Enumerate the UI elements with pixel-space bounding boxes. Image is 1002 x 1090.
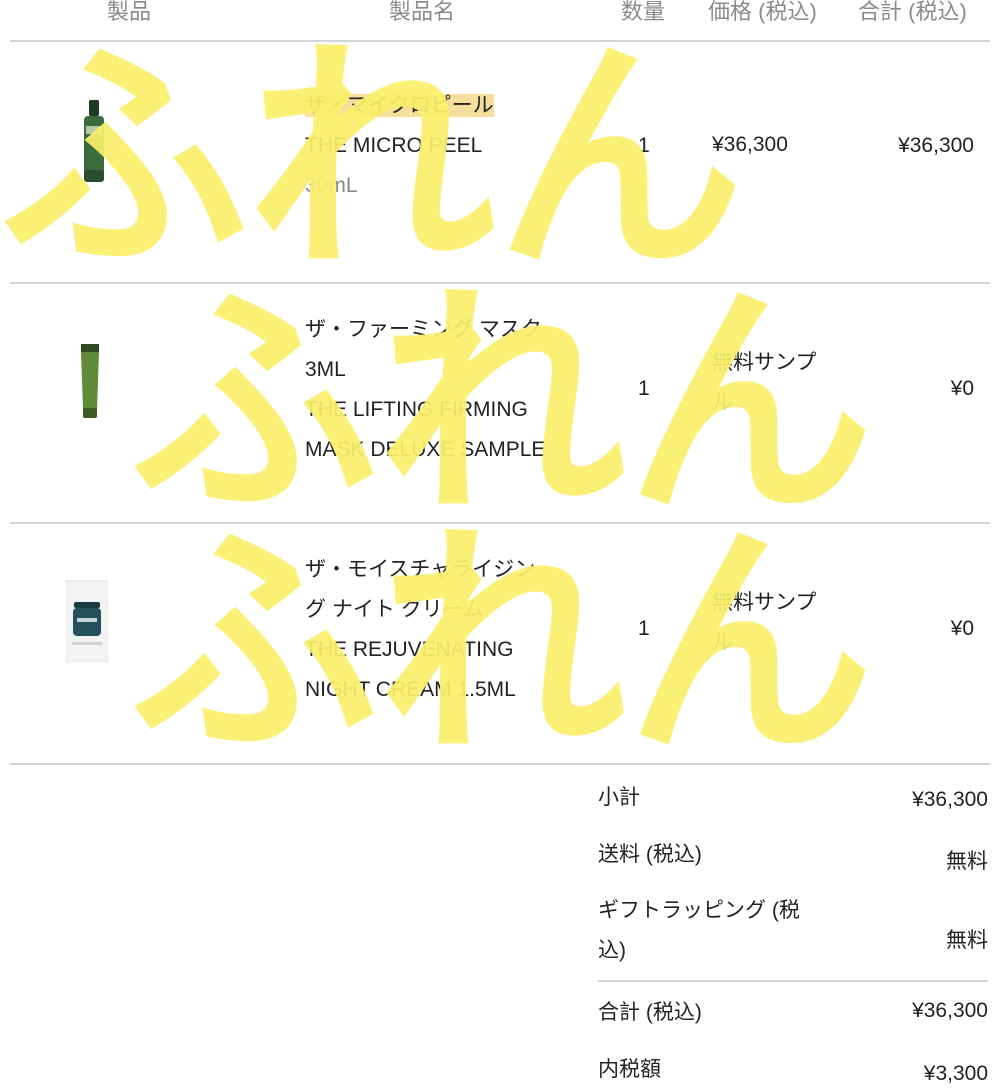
gift-wrapping-label: ギフトラッピング (税 込) [598, 899, 800, 962]
tube-icon[interactable] [78, 344, 102, 423]
product-name-ja: ザ・モイスチャライジン [305, 558, 536, 581]
product-name-en: THE LIFTING FIRMING [305, 398, 528, 421]
item-quantity: 1 [638, 377, 650, 400]
item-quantity: 1 [638, 134, 650, 157]
product-name-en: THE REJUVENATING [305, 638, 514, 661]
product-name-en-2: NIGHT CREAM 1.5ML [305, 678, 516, 701]
table-row: ザ・ファーミング マスク 3ML THE LIFTING FIRMING MAS… [0, 284, 1002, 522]
shipping-value: 無料 [946, 850, 988, 873]
product-name[interactable]: ザ・モイスチャライジン グ ナイト クリーム THE REJUVENATING … [305, 550, 535, 710]
product-name-ja-2: グ ナイト クリーム [305, 598, 485, 621]
tax-row: 内税額 ¥3,300 [598, 1050, 988, 1090]
summary-divider [598, 980, 988, 982]
item-price: 無料サンプ ル [712, 351, 817, 414]
header-product-name: 製品名 [389, 0, 456, 24]
table-row: ザ・モイスチャライジン グ ナイト クリーム THE REJUVENATING … [0, 524, 1002, 764]
product-name-en: THE MICRO PEEL [305, 134, 483, 157]
table-row: ザ・マイクロピール THE MICRO PEEL 30mL 1 ¥36,300 … [0, 42, 1002, 282]
item-price: 無料サンプ ル [712, 591, 817, 654]
tax-label: 内税額 [598, 1058, 661, 1081]
header-product: 製品 [107, 0, 152, 24]
shipping-label: 送料 (税込) [598, 843, 702, 866]
subtotal-label: 小計 [598, 786, 640, 809]
product-name[interactable]: ザ・マイクロピール THE MICRO PEEL 30mL [305, 86, 494, 206]
gift-wrapping-row: ギフトラッピング (税 込) 無料 [598, 891, 988, 971]
subtotal-row: 小計 ¥36,300 [598, 778, 988, 818]
product-name-en-2: MASK DELUXE SAMPLE [305, 438, 546, 461]
items-end-divider [10, 763, 990, 765]
table-header: 製品 製品名 数量 価格 (税込) 合計 (税込) [0, 0, 1002, 30]
serum-bottle-icon[interactable] [80, 100, 108, 189]
cream-sachet-icon[interactable] [65, 579, 109, 667]
product-name[interactable]: ザ・ファーミング マスク 3ML THE LIFTING FIRMING MAS… [305, 310, 545, 470]
item-total: ¥36,300 [898, 134, 974, 157]
total-value: ¥36,300 [912, 999, 988, 1022]
item-total: ¥0 [950, 377, 974, 400]
total-row: 合計 (税込) ¥36,300 [598, 993, 988, 1033]
item-price: ¥36,300 [712, 133, 788, 156]
item-quantity: 1 [638, 617, 650, 640]
product-size: 30mL [305, 174, 358, 197]
product-size: 3ML [305, 358, 346, 381]
header-total: 合計 (税込) [858, 0, 967, 24]
gift-wrapping-value: 無料 [946, 929, 988, 952]
product-name-ja: ザ・ファーミング マスク [305, 318, 542, 341]
total-label: 合計 (税込) [598, 1001, 702, 1024]
product-name-ja: ザ・マイクロピール [305, 94, 494, 117]
item-total: ¥0 [950, 617, 974, 640]
tax-value: ¥3,300 [923, 1062, 988, 1085]
header-price: 価格 (税込) [708, 0, 817, 24]
header-quantity: 数量 [621, 0, 666, 24]
subtotal-value: ¥36,300 [912, 788, 988, 811]
shipping-row: 送料 (税込) 無料 [598, 835, 988, 875]
